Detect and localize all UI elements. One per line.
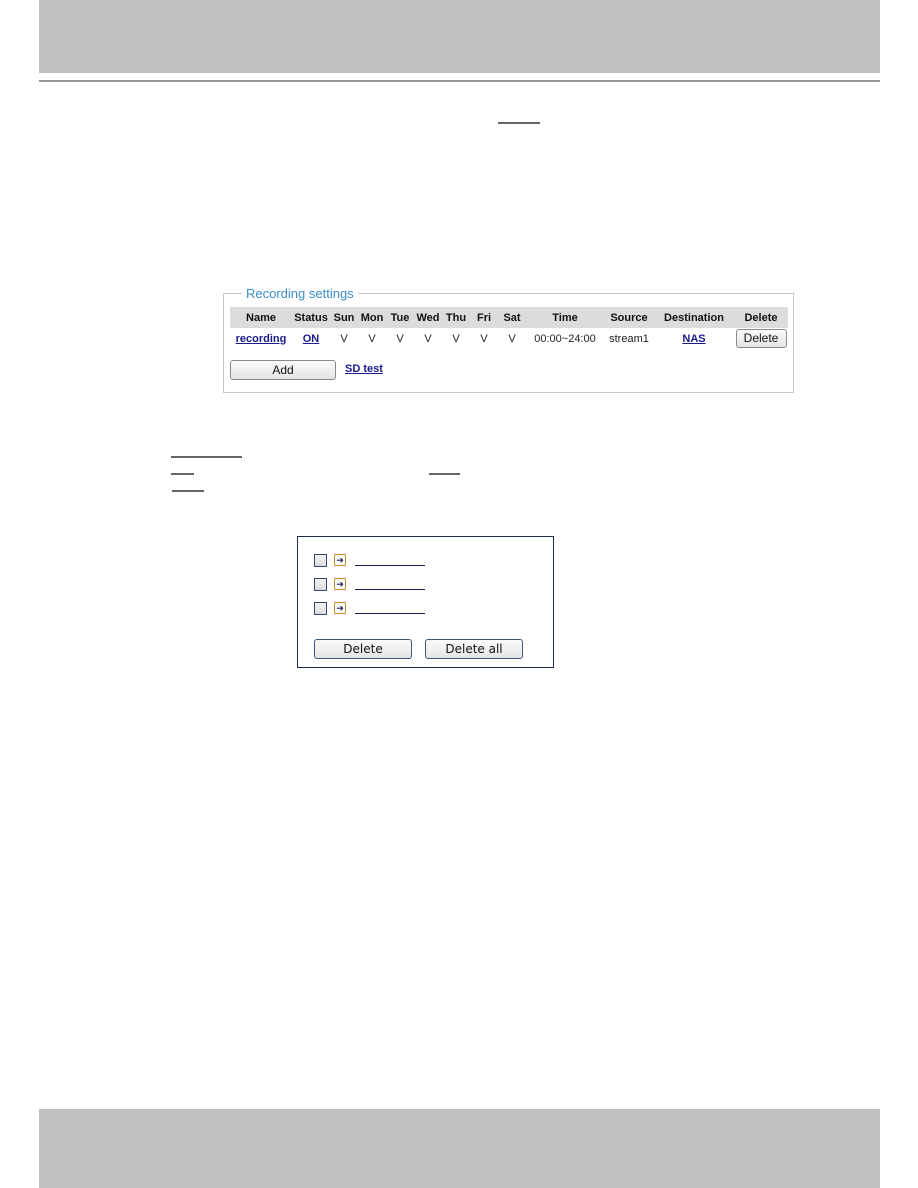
file-checkbox[interactable] <box>314 553 327 567</box>
schedule-time: 00:00~24:00 <box>534 332 596 345</box>
col-header-mon: Mon <box>358 307 386 328</box>
page-footer-band <box>39 1109 880 1188</box>
arrow-right-icon: ➔ <box>334 602 346 614</box>
delete-recording-button[interactable]: Delete <box>735 329 787 348</box>
inline-link[interactable] <box>171 456 242 458</box>
file-list-panel: ➔ ➔ ➔ Delete Delete all <box>297 536 554 668</box>
file-checkbox[interactable] <box>314 601 327 615</box>
inline-link[interactable] <box>498 122 540 124</box>
col-header-sat: Sat <box>498 307 526 328</box>
col-header-source: Source <box>604 307 654 328</box>
schedule-fri: V <box>480 332 488 345</box>
col-header-wed: Wed <box>414 307 442 328</box>
table-header-row: Name Status Sun Mon Tue Wed Thu Fri Sat … <box>230 307 788 328</box>
col-header-status: Status <box>292 307 330 328</box>
delete-all-files-button[interactable]: Delete all <box>425 639 523 659</box>
col-header-sun: Sun <box>330 307 358 328</box>
add-recording-button[interactable]: Add <box>230 360 336 380</box>
recording-status-link[interactable]: ON <box>303 333 320 345</box>
list-item: ➔ <box>314 577 425 591</box>
col-header-destination: Destination <box>654 307 734 328</box>
schedule-mon: V <box>368 332 376 345</box>
arrow-right-icon: ➔ <box>334 578 346 590</box>
file-checkbox[interactable] <box>314 577 327 591</box>
delete-files-button[interactable]: Delete <box>314 639 412 659</box>
schedule-thu: V <box>452 332 460 345</box>
table-row: recording ON V V V V V V V 00:00~24:00 s… <box>230 328 788 349</box>
file-link[interactable] <box>355 588 425 590</box>
file-link[interactable] <box>355 564 425 566</box>
inline-link[interactable] <box>171 473 194 475</box>
schedule-tue: V <box>396 332 404 345</box>
col-header-delete: Delete <box>734 307 788 328</box>
schedule-wed: V <box>424 332 432 345</box>
col-header-time: Time <box>526 307 604 328</box>
recording-settings-table: Name Status Sun Mon Tue Wed Thu Fri Sat … <box>230 307 788 349</box>
file-link[interactable] <box>355 612 425 614</box>
recording-settings-legend: Recording settings <box>242 286 358 302</box>
recording-source: stream1 <box>609 332 649 345</box>
page-header-band <box>39 0 880 73</box>
col-header-thu: Thu <box>442 307 470 328</box>
recording-name-link[interactable]: recording <box>236 333 287 345</box>
header-divider <box>39 80 880 82</box>
list-item: ➔ <box>314 601 425 615</box>
inline-link[interactable] <box>172 490 204 492</box>
destination-link[interactable]: NAS <box>682 333 705 345</box>
sd-test-link[interactable]: SD test <box>345 363 383 375</box>
schedule-sat: V <box>508 332 516 345</box>
col-header-fri: Fri <box>470 307 498 328</box>
recording-settings-panel: Recording settings Name Status Sun Mon T… <box>223 286 794 393</box>
col-header-tue: Tue <box>386 307 414 328</box>
list-item: ➔ <box>314 553 425 567</box>
col-header-name: Name <box>230 307 292 328</box>
inline-link[interactable] <box>429 473 460 475</box>
schedule-sun: V <box>340 332 348 345</box>
arrow-right-icon: ➔ <box>334 554 346 566</box>
